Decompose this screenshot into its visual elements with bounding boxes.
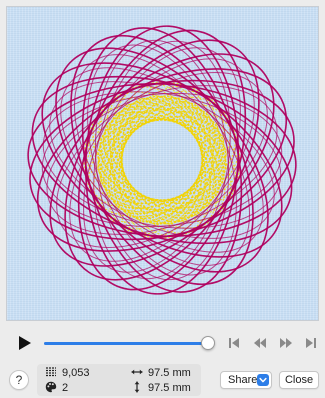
color-count-value: 2 <box>62 382 69 394</box>
embroidery-design-icon <box>27 25 297 295</box>
color-count-stat: 2 <box>45 381 68 395</box>
share-button-label: Share <box>228 374 258 386</box>
width-value: 97.5 mm <box>148 367 191 379</box>
height-value: 97.5 mm <box>148 382 191 394</box>
jump-to-end-icon <box>306 338 316 348</box>
height-stat: 97.5 mm <box>131 381 191 395</box>
stitch-player-window: ? 9,053 2 97.5 mm 97.5 mm Share Close <box>0 0 325 398</box>
play-button[interactable] <box>18 336 32 350</box>
step-back-button[interactable] <box>252 336 268 350</box>
palette-icon <box>45 381 57 393</box>
design-preview-canvas <box>6 6 319 321</box>
step-back-icon <box>254 338 266 348</box>
info-bar: ? 9,053 2 97.5 mm 97.5 mm Share Close <box>0 362 325 398</box>
playback-bar <box>0 326 325 360</box>
stitch-count-stat: 9,053 <box>45 366 90 380</box>
share-button[interactable]: Share <box>220 371 272 389</box>
slider-fill <box>44 342 208 345</box>
jump-to-start-button[interactable] <box>226 336 242 350</box>
stitch-count-value: 9,053 <box>62 367 90 379</box>
height-arrows-icon <box>131 381 143 393</box>
slider-thumb[interactable] <box>201 336 215 350</box>
progress-slider[interactable] <box>44 336 215 350</box>
width-arrows-icon <box>131 366 143 378</box>
jump-to-start-icon <box>229 338 239 348</box>
design-stats-panel: 9,053 2 97.5 mm 97.5 mm <box>37 364 201 396</box>
width-stat: 97.5 mm <box>131 366 191 380</box>
stitch-count-icon <box>45 366 57 378</box>
step-forward-button[interactable] <box>278 336 294 350</box>
close-button[interactable]: Close <box>279 371 319 389</box>
jump-to-end-button[interactable] <box>303 336 319 350</box>
step-forward-icon <box>280 338 292 348</box>
help-button[interactable]: ? <box>9 370 29 390</box>
chevron-down-icon <box>257 374 269 386</box>
